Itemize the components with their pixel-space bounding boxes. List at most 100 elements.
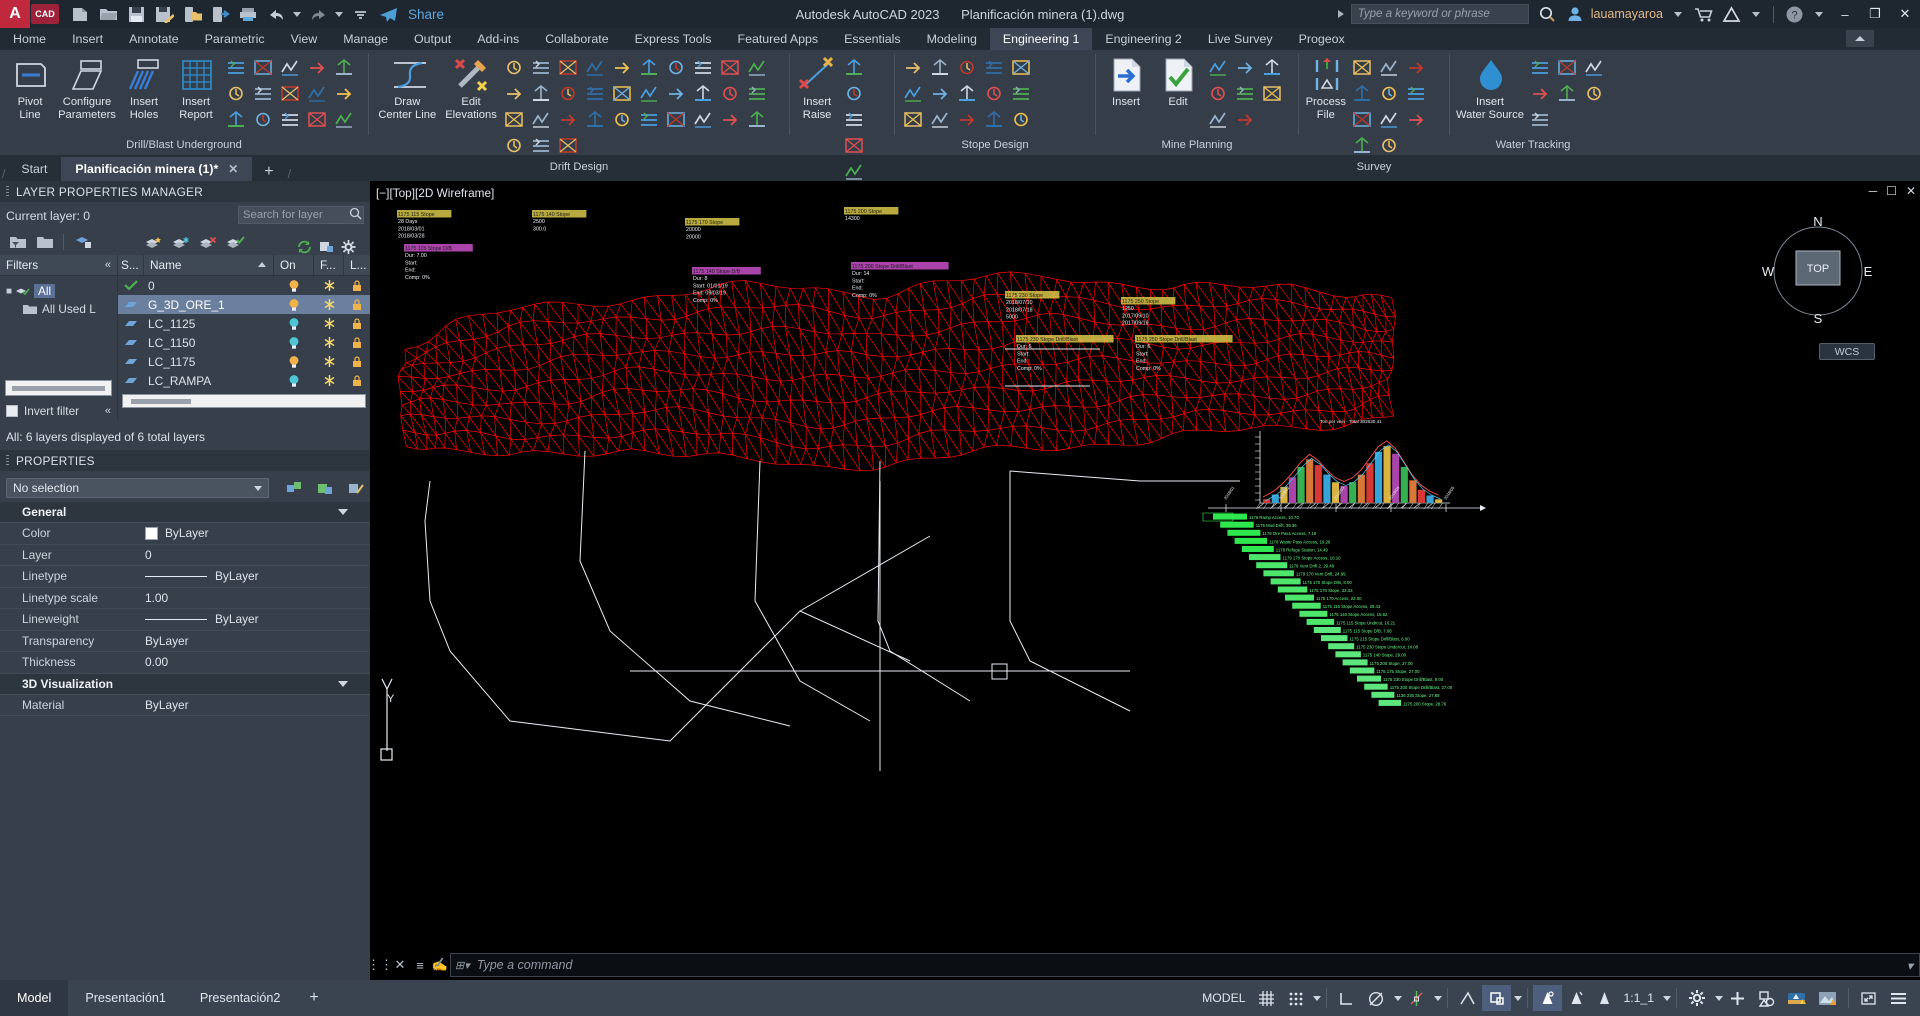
tree-expander-icon[interactable]: ■ bbox=[6, 286, 12, 297]
snap-mode-icon[interactable] bbox=[1281, 985, 1310, 1011]
save-icon[interactable] bbox=[122, 0, 150, 28]
ribbon-tool-icon[interactable] bbox=[663, 54, 690, 80]
ribbon-tool-icon[interactable] bbox=[609, 106, 636, 132]
ribbon-tool-icon[interactable] bbox=[1403, 106, 1430, 132]
layer-status-icon[interactable] bbox=[118, 300, 144, 309]
ribbon-overflow-icon[interactable] bbox=[1846, 30, 1874, 47]
layer-lock-toggle-icon[interactable] bbox=[344, 336, 370, 349]
ribbon-tool-icon[interactable] bbox=[1349, 80, 1376, 106]
view-cube[interactable]: TOP N S E W bbox=[1758, 211, 1878, 331]
invert-filter-row[interactable]: Invert filter « bbox=[0, 400, 117, 422]
ribbon-tool-icon[interactable] bbox=[222, 54, 249, 80]
viewport-minimize-icon[interactable]: ─ bbox=[1869, 184, 1878, 198]
viewport-restore-icon[interactable]: ☐ bbox=[1886, 184, 1897, 198]
ribbon-tab-home[interactable]: Home bbox=[0, 28, 59, 50]
property-row[interactable]: Linetype scale 1.00 bbox=[0, 588, 370, 609]
layer-freeze-toggle-icon[interactable] bbox=[314, 317, 344, 330]
chevron-down-icon[interactable] bbox=[254, 485, 262, 491]
ribbon-tool-icon[interactable] bbox=[1526, 106, 1553, 132]
property-row[interactable]: Linetype ByLayer bbox=[0, 566, 370, 588]
undo-dropdown-icon[interactable] bbox=[293, 11, 301, 17]
ribbon-tool-icon[interactable] bbox=[501, 54, 528, 80]
save-as-icon[interactable] bbox=[150, 0, 178, 28]
app-menu-caret-icon[interactable] bbox=[1752, 11, 1760, 17]
ribbon-tool-icon[interactable] bbox=[1349, 106, 1376, 132]
user-menu-caret-icon[interactable] bbox=[1674, 11, 1682, 17]
color-swatch[interactable] bbox=[145, 526, 158, 540]
ribbon-tool-icon[interactable] bbox=[501, 80, 528, 106]
ribbon-tab-add-ins[interactable]: Add-ins bbox=[464, 28, 532, 50]
ribbon-tool-icon[interactable] bbox=[663, 106, 690, 132]
ribbon-tool-icon[interactable] bbox=[330, 80, 357, 106]
layer-on-toggle-icon[interactable] bbox=[274, 374, 314, 388]
ribbon-tool-icon[interactable] bbox=[899, 106, 926, 132]
ribbon-tool-icon[interactable] bbox=[717, 106, 744, 132]
ribbon-tool-icon[interactable] bbox=[663, 80, 690, 106]
ribbon-tool-icon[interactable] bbox=[1580, 80, 1607, 106]
performance-icon[interactable] bbox=[1812, 985, 1843, 1011]
ribbon-tab-output[interactable]: Output bbox=[401, 28, 464, 50]
ribbon-tool-icon[interactable] bbox=[1349, 132, 1376, 158]
document-tab-close-icon[interactable]: ✕ bbox=[228, 162, 238, 176]
close-button[interactable]: ✕ bbox=[1890, 0, 1920, 28]
layer-freeze-toggle-icon[interactable] bbox=[314, 355, 344, 368]
ribbon-button-insert-water-source[interactable]: Insert Water Source bbox=[1454, 54, 1526, 121]
ribbon-tab-engineering-1[interactable]: Engineering 1 bbox=[989, 28, 1093, 50]
property-value[interactable]: 0 bbox=[145, 548, 370, 562]
ribbon-tool-icon[interactable] bbox=[528, 80, 555, 106]
ribbon-button-pivot-line[interactable]: Pivot Line bbox=[4, 54, 56, 121]
ribbon-tool-icon[interactable] bbox=[1403, 54, 1430, 80]
ribbon-tool-icon[interactable] bbox=[1204, 80, 1231, 106]
property-value[interactable]: ByLayer bbox=[145, 698, 370, 712]
workspace-gear-icon[interactable] bbox=[1682, 985, 1712, 1011]
ribbon-tool-icon[interactable] bbox=[1007, 54, 1034, 80]
share-label[interactable]: Share bbox=[408, 7, 444, 22]
autodesk-app-icon[interactable] bbox=[1717, 0, 1745, 28]
ribbon-tool-icon[interactable] bbox=[899, 80, 926, 106]
ribbon-tool-icon[interactable] bbox=[1258, 80, 1285, 106]
ribbon-tool-icon[interactable] bbox=[249, 54, 276, 80]
layer-name[interactable]: G_3D_ORE_1 bbox=[144, 298, 274, 312]
ribbon-tool-icon[interactable] bbox=[528, 54, 555, 80]
ribbon-tool-icon[interactable] bbox=[582, 54, 609, 80]
column-name[interactable]: Name bbox=[144, 254, 274, 276]
invert-filter-checkbox[interactable] bbox=[6, 405, 18, 417]
ribbon-tool-icon[interactable] bbox=[980, 106, 1007, 132]
ribbon-tool-icon[interactable] bbox=[690, 106, 717, 132]
layer-on-toggle-icon[interactable] bbox=[274, 298, 314, 312]
keyword-search-input[interactable]: Type a keyword or phrase bbox=[1350, 4, 1529, 24]
selection-cycling-icon[interactable] bbox=[1591, 985, 1618, 1011]
layer-on-toggle-icon[interactable] bbox=[274, 336, 314, 350]
layer-on-toggle-icon[interactable] bbox=[274, 279, 314, 293]
model-space-button[interactable]: MODEL bbox=[1196, 985, 1251, 1011]
collapse-group-icon[interactable] bbox=[338, 680, 348, 687]
ribbon-tab-featured-apps[interactable]: Featured Apps bbox=[725, 28, 832, 50]
ribbon-tool-icon[interactable] bbox=[1403, 80, 1430, 106]
ribbon-button-edit-elevations[interactable]: Edit Elevations bbox=[442, 54, 501, 121]
new-group-filter-icon[interactable] bbox=[31, 229, 58, 255]
ribbon-button-process-file[interactable]: Process File bbox=[1303, 54, 1349, 121]
ribbon-tool-icon[interactable] bbox=[744, 106, 771, 132]
wcs-dropdown[interactable]: WCS bbox=[1819, 343, 1875, 360]
layer-freeze-toggle-icon[interactable] bbox=[314, 298, 344, 311]
layer-row[interactable]: LC_RAMPA bbox=[118, 371, 370, 390]
property-row[interactable]: Transparency ByLayer bbox=[0, 631, 370, 652]
ribbon-tool-icon[interactable] bbox=[249, 106, 276, 132]
plot-icon[interactable] bbox=[234, 0, 262, 28]
current-layer-check-icon[interactable] bbox=[118, 280, 144, 291]
layer-row[interactable]: LC_1150 bbox=[118, 333, 370, 352]
ribbon-tool-icon[interactable] bbox=[840, 80, 867, 106]
ribbon-tab-progeox[interactable]: Progeox bbox=[1286, 28, 1358, 50]
ribbon-tool-icon[interactable] bbox=[899, 54, 926, 80]
ribbon-tool-icon[interactable] bbox=[582, 106, 609, 132]
ribbon-tool-icon[interactable] bbox=[980, 80, 1007, 106]
layout-tab-presentación2[interactable]: Presentación2 bbox=[183, 980, 298, 1016]
search-icon[interactable] bbox=[1533, 0, 1561, 28]
property-value[interactable]: ByLayer bbox=[145, 569, 370, 583]
ribbon-tool-icon[interactable] bbox=[1349, 54, 1376, 80]
ribbon-tool-icon[interactable] bbox=[1553, 80, 1580, 106]
ribbon-tool-icon[interactable] bbox=[1204, 106, 1231, 132]
ribbon-tool-icon[interactable] bbox=[636, 54, 663, 80]
new-document-tab-button[interactable]: + bbox=[252, 163, 285, 181]
ribbon-tab-parametric[interactable]: Parametric bbox=[192, 28, 278, 50]
